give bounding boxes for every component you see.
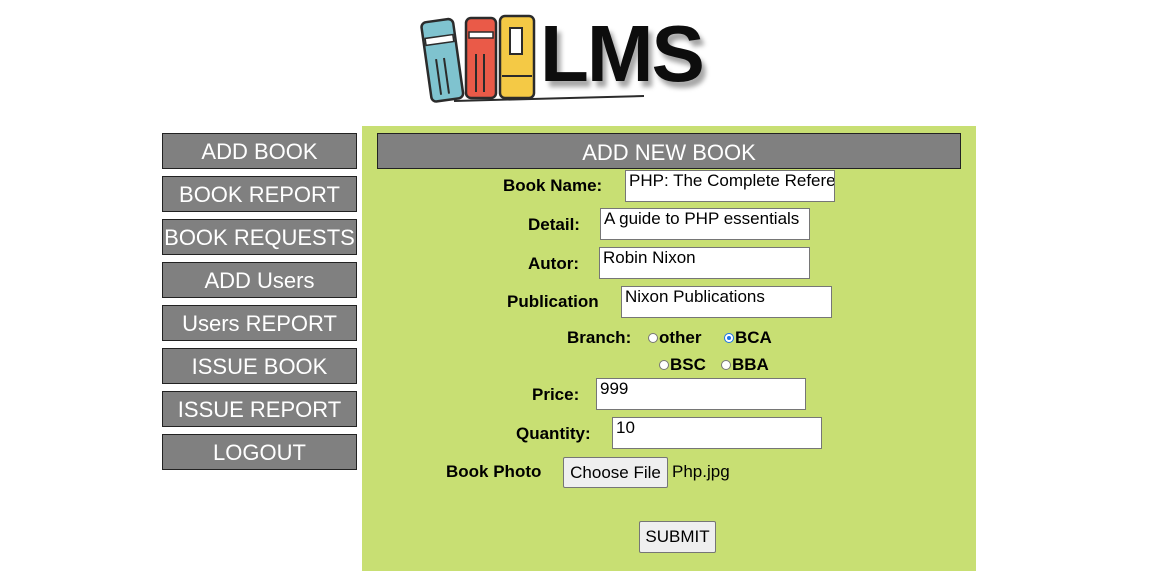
branch-label: Branch: [567, 328, 632, 347]
radio-label: other [659, 328, 702, 347]
submit-button[interactable]: SUBMIT [639, 521, 716, 553]
branch-radio-bba[interactable]: BBA [721, 355, 769, 375]
author-label: Autor: [528, 254, 579, 273]
price-input[interactable]: 999 [596, 378, 806, 410]
add-book-form: ADD NEW BOOK Book Name: PHP: The Complet… [362, 126, 976, 571]
publication-input[interactable]: Nixon Publications [621, 286, 832, 318]
sidebar-item-users-report[interactable]: Users REPORT [162, 305, 357, 341]
sidebar-item-book-requests[interactable]: BOOK REQUESTS [162, 219, 357, 255]
logo-text: LMS [540, 9, 705, 98]
publication-label: Publication [507, 292, 599, 311]
detail-input[interactable]: A guide to PHP essentials [600, 208, 810, 240]
form-title: ADD NEW BOOK [377, 133, 961, 169]
sidebar-nav: ADD BOOK BOOK REPORT BOOK REQUESTS ADD U… [162, 133, 357, 477]
sidebar-item-add-users[interactable]: ADD Users [162, 262, 357, 298]
sidebar-item-issue-book[interactable]: ISSUE BOOK [162, 348, 357, 384]
book-photo-label: Book Photo [446, 462, 542, 481]
branch-radio-bca[interactable]: BCA [724, 328, 772, 348]
sidebar-item-add-book[interactable]: ADD BOOK [162, 133, 357, 169]
radio-label: BCA [735, 328, 772, 347]
radio-icon [721, 360, 731, 370]
radio-icon [659, 360, 669, 370]
selected-file-name: Php.jpg [672, 462, 730, 481]
branch-radio-bsc[interactable]: BSC [659, 355, 706, 375]
book-name-label: Book Name: [503, 176, 603, 195]
price-label: Price: [532, 385, 580, 404]
radio-label: BSC [670, 355, 706, 374]
branch-radio-other[interactable]: other [648, 328, 702, 348]
author-input[interactable]: Robin Nixon [599, 247, 810, 279]
sidebar-item-issue-report[interactable]: ISSUE REPORT [162, 391, 357, 427]
radio-icon [648, 333, 658, 343]
radio-label: BBA [732, 355, 769, 374]
quantity-label: Quantity: [516, 424, 591, 443]
choose-file-button[interactable]: Choose File [563, 457, 668, 488]
sidebar-item-logout[interactable]: LOGOUT [162, 434, 357, 470]
radio-selected-icon [724, 333, 734, 343]
quantity-input[interactable]: 10 [612, 417, 822, 449]
detail-label: Detail: [528, 215, 580, 234]
sidebar-item-book-report[interactable]: BOOK REPORT [162, 176, 357, 212]
book-name-input[interactable]: PHP: The Complete Refere [625, 170, 835, 202]
